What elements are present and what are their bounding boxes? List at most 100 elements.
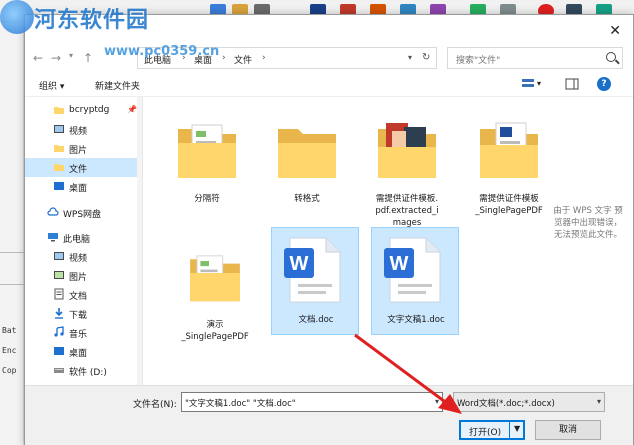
doc-file-item[interactable]: W 文档.doc — [271, 227, 359, 335]
search-icon[interactable] — [606, 52, 616, 62]
filename-input[interactable]: "文字文稿1.doc" "文档.doc" ▾ — [181, 392, 443, 412]
chevron-down-icon[interactable]: ▾ — [597, 397, 601, 406]
chevron-right-icon[interactable]: › — [222, 53, 226, 63]
chevron-down-icon[interactable]: ▾ — [435, 397, 439, 406]
video-icon — [54, 252, 64, 260]
sidebar-item-label: 音乐 — [69, 330, 88, 340]
sidebar-item-documents[interactable]: 文档 — [25, 285, 141, 304]
svg-text:W: W — [390, 253, 409, 275]
music-icon — [54, 326, 64, 337]
file-name: 文档.doc — [298, 315, 334, 325]
folder-icon — [54, 164, 64, 171]
watermark-logo-icon — [0, 0, 34, 34]
folder-item[interactable]: 需提供证件模板. pdf.extracted_i mages — [363, 107, 451, 237]
command-bar: 组织 ▾ 新建文件夹 ▾ ? — [25, 73, 633, 97]
computer-icon — [48, 233, 58, 242]
sidebar-item-label: 视频 — [69, 254, 88, 264]
folder-item[interactable]: 演示 _SinglePagePDF — [171, 243, 259, 349]
filename-label: 文件名(N): — [133, 400, 177, 410]
up-arrow-icon[interactable]: ↑ — [83, 51, 93, 65]
sidebar-item-this-pc[interactable]: 此电脑 — [25, 228, 141, 247]
svg-text:W: W — [290, 253, 309, 275]
breadcrumb-files[interactable]: 文件 — [234, 53, 252, 66]
sidebar-item-files[interactable]: 文件 — [25, 158, 141, 177]
background-text: Cop — [2, 366, 17, 375]
filename-value: "文字文稿1.doc" "文档.doc" — [185, 399, 296, 409]
background-left-panel: Bat Enc Cop — [0, 22, 24, 445]
divider — [0, 284, 24, 285]
word-document-icon: W — [284, 237, 341, 303]
open-button-label: 打开(O) — [469, 428, 502, 438]
sidebar-item-bcryptdg[interactable]: bcryptdg 📌 — [25, 101, 141, 120]
sidebar-item-video-2[interactable]: 视频 — [25, 247, 141, 266]
file-type-value: Word文档(*.doc;*.docx) — [457, 399, 555, 409]
preview-pane-icon[interactable] — [565, 78, 579, 90]
background-text: Enc — [2, 346, 17, 355]
folder-item[interactable]: 需提供证件模板 _SinglePagePDF — [461, 107, 557, 227]
document-icon — [54, 288, 64, 300]
chevron-right-icon[interactable]: › — [262, 53, 266, 63]
file-name-line: 演示 — [206, 320, 224, 330]
chevron-down-icon[interactable]: ▾ — [408, 53, 412, 62]
sidebar-item-desktop[interactable]: 桌面 — [25, 177, 141, 196]
sidebar-item-label: 此电脑 — [63, 235, 91, 245]
sidebar-item-wps-cloud[interactable]: WPS网盘 — [25, 203, 141, 222]
sidebar-item-label: 下载 — [69, 311, 88, 321]
help-icon[interactable]: ? — [597, 77, 611, 91]
picture-icon — [54, 271, 64, 279]
sidebar-item-label: 桌面 — [69, 349, 88, 359]
back-arrow-icon[interactable]: ← — [33, 51, 43, 65]
view-dropdown-icon[interactable]: ▾ — [537, 79, 541, 88]
desktop-icon — [54, 182, 64, 190]
preview-error-message: 由于 WPS 文字 预览器中出现错误，无法预览此文件。 — [553, 206, 623, 240]
file-name-line: 需提供证件模板. — [375, 194, 439, 204]
navigation-pane: bcryptdg 📌 视频 图片 文件 桌面 WPS网盘 此电脑 视频 图片 文… — [25, 97, 143, 385]
sidebar-item-label: bcryptdg — [69, 105, 110, 115]
file-type-select[interactable]: Word文档(*.doc;*.docx) ▾ — [453, 392, 605, 412]
folder-icon — [278, 129, 336, 178]
sidebar-item-label: 视频 — [69, 127, 88, 137]
sidebar-item-label: WPS网盘 — [63, 210, 102, 220]
file-name-line: _SinglePagePDF — [475, 206, 543, 216]
sidebar-item-drive-d[interactable]: 软件 (D:) — [25, 361, 141, 380]
folder-item[interactable]: 分隔符 — [163, 107, 251, 215]
sidebar-item-label: 文档 — [69, 292, 88, 302]
view-options-icon[interactable] — [521, 78, 535, 90]
search-input[interactable]: 搜索"文件" — [447, 47, 623, 69]
sidebar-scrollbar[interactable] — [137, 97, 142, 385]
cloud-icon — [47, 207, 59, 216]
pin-icon[interactable]: 📌 — [127, 105, 137, 114]
folder-icon — [54, 107, 64, 114]
sidebar-item-label: 图片 — [69, 146, 88, 156]
search-placeholder: 搜索"文件" — [456, 56, 501, 66]
sidebar-item-desktop-2[interactable]: 桌面 — [25, 342, 141, 361]
file-name: 转格式 — [294, 194, 320, 204]
word-document-icon: W — [384, 237, 441, 303]
divider — [0, 252, 24, 253]
doc-file-item[interactable]: W 文字文稿1.doc — [371, 227, 459, 335]
sidebar-item-pictures[interactable]: 图片 — [25, 139, 141, 158]
file-name-line: 需提供证件模板 — [479, 194, 539, 204]
video-icon — [54, 125, 64, 133]
folder-icon — [178, 124, 236, 178]
recent-dropdown-icon[interactable]: ▾ — [69, 51, 73, 60]
sidebar-item-video[interactable]: 视频 — [25, 120, 141, 139]
refresh-icon[interactable]: ↻ — [422, 52, 430, 63]
file-name: 分隔符 — [194, 194, 220, 204]
close-icon[interactable]: ✕ — [609, 23, 621, 39]
organize-button[interactable]: 组织 ▾ — [39, 79, 64, 92]
open-file-dialog: ✕ ← → ▾ ↑ 此电脑 › 桌面 › 文件 › ▾ ↻ 搜索"文件" 组织 … — [24, 14, 634, 445]
forward-arrow-icon[interactable]: → — [51, 51, 61, 65]
open-button[interactable]: 打开(O) ▼ — [459, 420, 525, 440]
sidebar-item-music[interactable]: 音乐 — [25, 323, 141, 342]
background-text: Bat — [2, 326, 17, 335]
sidebar-item-pictures-2[interactable]: 图片 — [25, 266, 141, 285]
sidebar-item-downloads[interactable]: 下载 — [25, 304, 141, 323]
watermark-url: www.pc0359.cn — [104, 44, 220, 59]
folder-item[interactable]: 转格式 — [263, 107, 351, 215]
new-folder-button[interactable]: 新建文件夹 — [95, 79, 140, 92]
file-name-line: pdf.extracted_i — [375, 206, 439, 216]
open-dropdown-icon[interactable]: ▼ — [514, 424, 520, 433]
file-name: 文字文稿1.doc — [387, 315, 445, 325]
cancel-button[interactable]: 取消 — [535, 420, 601, 440]
